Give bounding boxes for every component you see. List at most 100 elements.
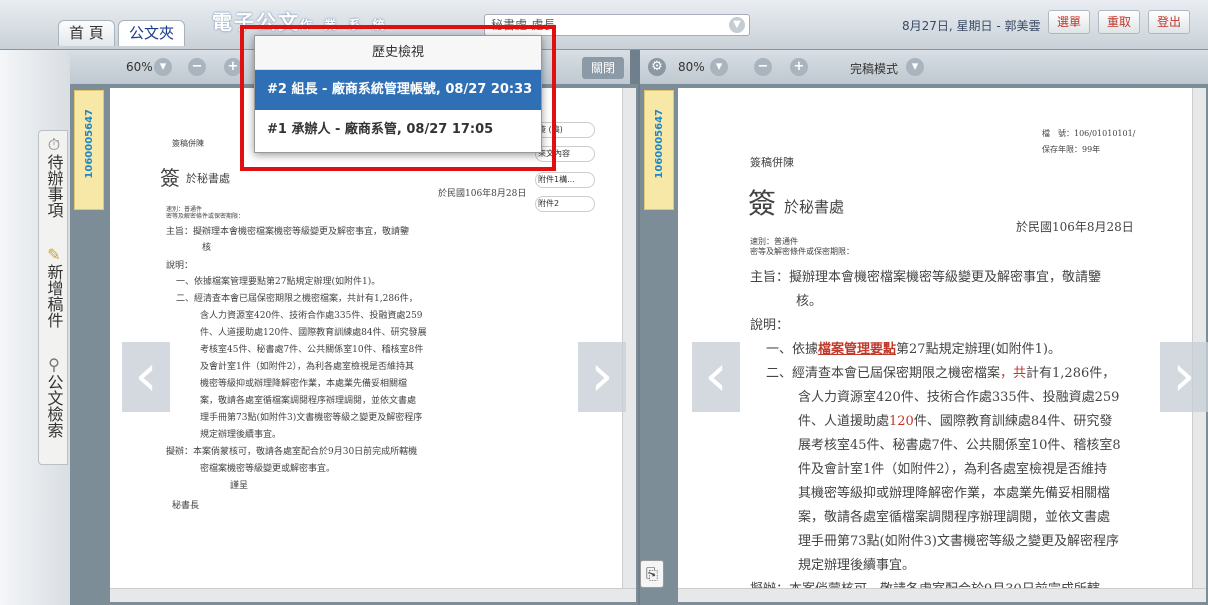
close-button[interactable]: 關閉 xyxy=(582,57,624,79)
doc-office: 於秘書處 xyxy=(784,198,845,216)
document-number-badge: 1060005647 xyxy=(644,90,674,210)
doc-proposal-cont: 密檔案機密等級變更或解密事宜。 xyxy=(200,464,336,474)
logout-button[interactable]: 登出 xyxy=(1148,10,1191,34)
prev-page-arrow[interactable]: ‹ xyxy=(122,342,170,412)
doc-text: 二、經清查本會已屆保密期限之機密檔案 xyxy=(766,366,1001,381)
doc-subject: 主旨：擬辦理本會機密檔案機密等級變更及解密事宜，敬請鑒 xyxy=(750,270,1102,285)
final-mode-label[interactable]: 完稿模式 xyxy=(850,60,898,77)
left-vertical-scrollbar[interactable] xyxy=(622,88,636,588)
doc-description-label: 說明： xyxy=(750,318,790,333)
doc-text: 一、依據 xyxy=(766,342,819,357)
doc-line-8: 案，敬請各處室循檔案調閱程序辦理調閱，並依文書處 xyxy=(798,510,1111,525)
menu-button[interactable]: 選單 xyxy=(1048,10,1091,34)
doc-line-3: 含人力資源室420件、技術合作處335件、投融資處259 xyxy=(798,390,1120,405)
doc-header: 簽稿併陳 xyxy=(172,139,204,148)
doc-line-7: 機密等級抑或辦理降解密作業，本處業先備妥相關檔 xyxy=(200,379,408,389)
settings-icon[interactable]: ⚙ xyxy=(648,58,666,76)
doc-line-9: 理手冊第73點(如附件3)文書機密等級之變更及解密程序 xyxy=(200,413,423,423)
timer-icon: ⏱ xyxy=(47,135,61,154)
doc-line-4: 件、人道援助處120件、國際教育訓練處84件、研究發展 xyxy=(200,328,427,338)
left-horizontal-scrollbar[interactable] xyxy=(110,588,636,602)
regulation-link[interactable]: 檔案管理要點 xyxy=(818,342,896,357)
doc-proposal: 擬辦：本案倘蒙核可，敬請各處室配合於9月30日前完成所轄機 xyxy=(166,447,418,457)
magnifier-icon: ⚲ xyxy=(48,355,60,374)
history-item[interactable]: #1 承辦人 - 廠商系管, 08/27 17:05 xyxy=(255,110,541,150)
zoom-in-icon[interactable]: + xyxy=(790,58,808,76)
doc-line-9: 理手冊第73點(如附件3)文書機密等級之變更及解密程序 xyxy=(798,534,1119,549)
user-info: 8月27日, 星期日 - 郭美雲 xyxy=(902,19,1041,33)
right-toolbar: ⚙ 80% ▾ − + 完稿模式 ▾ xyxy=(640,50,1208,84)
doc-text: 件、人道援助處 xyxy=(798,414,890,429)
doc-line-5: 展考核室45件、秘書處7件、公共關係室10件、稽核室8 xyxy=(798,438,1121,453)
zoom-select-icon[interactable]: ▾ xyxy=(710,58,728,76)
left-zoom-level: 60% xyxy=(126,60,153,74)
tab-home[interactable]: 首 頁 xyxy=(58,20,115,46)
prev-page-arrow[interactable]: ‹ xyxy=(692,342,740,412)
sidebar-item-new-draft[interactable]: ✎ 新增稿件 xyxy=(39,245,69,332)
doc-subject-cont: 核。 xyxy=(796,294,823,309)
doc-line-10: 規定辦理後續事宜。 xyxy=(200,430,282,440)
zoom-select-icon[interactable]: ▾ xyxy=(154,58,172,76)
next-page-arrow[interactable]: › xyxy=(578,342,626,412)
doc-line-3: 含人力資源室420件、技術合作處335件、投融資處259 xyxy=(200,311,423,321)
doc-office: 於秘書處 xyxy=(186,172,230,185)
sidebar-item-search[interactable]: ⚲ 公文檢索 xyxy=(39,355,69,442)
doc-header: 簽稿併陳 xyxy=(750,156,794,169)
doc-edit-mark: 120 xyxy=(889,414,914,429)
doc-signature: 秘書長 xyxy=(172,501,200,511)
doc-subject-cont: 核 xyxy=(202,243,212,253)
doc-line-4: 件、人道援助處120件、國際教育訓練處84件、研究發 xyxy=(798,410,1112,429)
doc-line-1: 一、依據檔案管理要點第27點規定辦理(如附件1)。 xyxy=(766,338,1061,357)
document-number-badge: 1060005647 xyxy=(74,90,104,210)
doc-line-8: 案，敬請各處室循檔案調閱程序辦理調閱，並依文書處 xyxy=(200,396,417,406)
document-number: 1060005647 xyxy=(84,109,95,179)
tab-document-folder[interactable]: 公文夾 xyxy=(118,20,186,46)
chevron-down-icon[interactable]: ▾ xyxy=(906,58,924,76)
doc-line-2: 二、經清查本會已屆保密期限之機密檔案，共計有1,286件， xyxy=(176,294,418,304)
doc-text: 件、國際教育訓練處84件、研究發 xyxy=(913,414,1113,429)
sidebar-item-label: 公文檢索 xyxy=(44,374,64,438)
doc-line-5: 考核室45件、秘書處7件、公共關係室10件、稽核室8件 xyxy=(200,345,424,355)
sidebar-item-label: 新增稿件 xyxy=(44,264,64,328)
next-page-arrow[interactable]: › xyxy=(1160,342,1208,412)
history-item[interactable]: #2 組長 - 廠商系統管理帳號, 08/27 20:33 xyxy=(255,70,541,110)
attachment-item[interactable]: 附件2 xyxy=(535,196,595,212)
zoom-out-icon[interactable]: − xyxy=(754,58,772,76)
right-horizontal-scrollbar[interactable] xyxy=(678,588,1206,602)
doc-line-6: 件及會計室1件（如附件2），為利各處室檢視是否維持 xyxy=(798,462,1108,477)
doc-line-1: 一、依據檔案管理要點第27點規定辦理(如附件1)。 xyxy=(176,277,381,287)
doc-title: 簽 xyxy=(160,166,180,190)
doc-description-label: 說明： xyxy=(166,261,194,271)
doc-title: 簽 xyxy=(748,187,777,220)
doc-respect: 謹呈 xyxy=(230,481,249,491)
right-document-page: 檔 號：106/01010101/ 保存年限：99年 簽稿併陳 簽 於秘書處 於… xyxy=(678,88,1192,588)
doc-text: 計有1,286件， xyxy=(1026,366,1116,381)
right-zoom-level: 80% xyxy=(678,60,705,74)
right-document-content: 檔 號：106/01010101/ 保存年限：99年 簽稿併陳 簽 於秘書處 於… xyxy=(678,88,1192,588)
sidebar-item-todo[interactable]: ⏱ 待辦事項 xyxy=(39,135,69,222)
doc-meta-secret: 密等及解密條件或保密期限： xyxy=(166,213,245,220)
doc-line-7: 其機密等級抑或辦理降解密作業，本處業先備妥相關檔 xyxy=(798,486,1111,501)
doc-date: 於民國106年8月28日 xyxy=(1016,220,1134,234)
right-vertical-scrollbar[interactable] xyxy=(1192,88,1206,588)
history-popup: 歷史檢視 #2 組長 - 廠商系統管理帳號, 08/27 20:33 #1 承辦… xyxy=(254,35,542,153)
copy-icon[interactable]: ⎘ xyxy=(640,560,664,588)
doc-file-number: 檔 號：106/01010101/ xyxy=(1042,129,1136,138)
doc-subject: 主旨：擬辦理本會機密檔案機密等級變更及解密事宜，敬請鑒 xyxy=(166,227,410,237)
doc-line-6: 及會計室1件（如附件2），為利各處室檢視是否維持其 xyxy=(200,362,414,372)
doc-text: 第27點規定辦理(如附件1)。 xyxy=(896,342,1061,357)
refresh-button[interactable]: 重取 xyxy=(1098,10,1141,34)
doc-retention: 保存年限：99年 xyxy=(1042,145,1101,154)
sidebar-item-label: 待辦事項 xyxy=(44,154,64,218)
chevron-down-icon: ▼ xyxy=(729,17,745,33)
attachment-item[interactable]: 附件1構... xyxy=(535,172,595,188)
zoom-out-icon[interactable]: − xyxy=(188,58,206,76)
top-bar: 首 頁 公文夾 電子公文作 業 系 統 秘書處-處長 ▼ 8月27日, 星期日 … xyxy=(0,0,1208,50)
doc-line-2: 二、經清查本會已屆保密期限之機密檔案，共計有1,286件， xyxy=(766,362,1115,381)
vertical-tabs: ⏱ 待辦事項 ✎ 新增稿件 ⚲ 公文檢索 xyxy=(38,130,68,465)
pencil-icon: ✎ xyxy=(47,245,61,264)
doc-edit-mark: ，共 xyxy=(1000,366,1027,381)
doc-meta-secret: 密等及解密條件或保密期限： xyxy=(750,247,854,256)
doc-proposal: 擬辦：本案倘蒙核可，敬請各處室配合於9月30日前完成所轄 xyxy=(750,578,1100,588)
doc-line-10: 規定辦理後續事宜。 xyxy=(798,558,916,573)
